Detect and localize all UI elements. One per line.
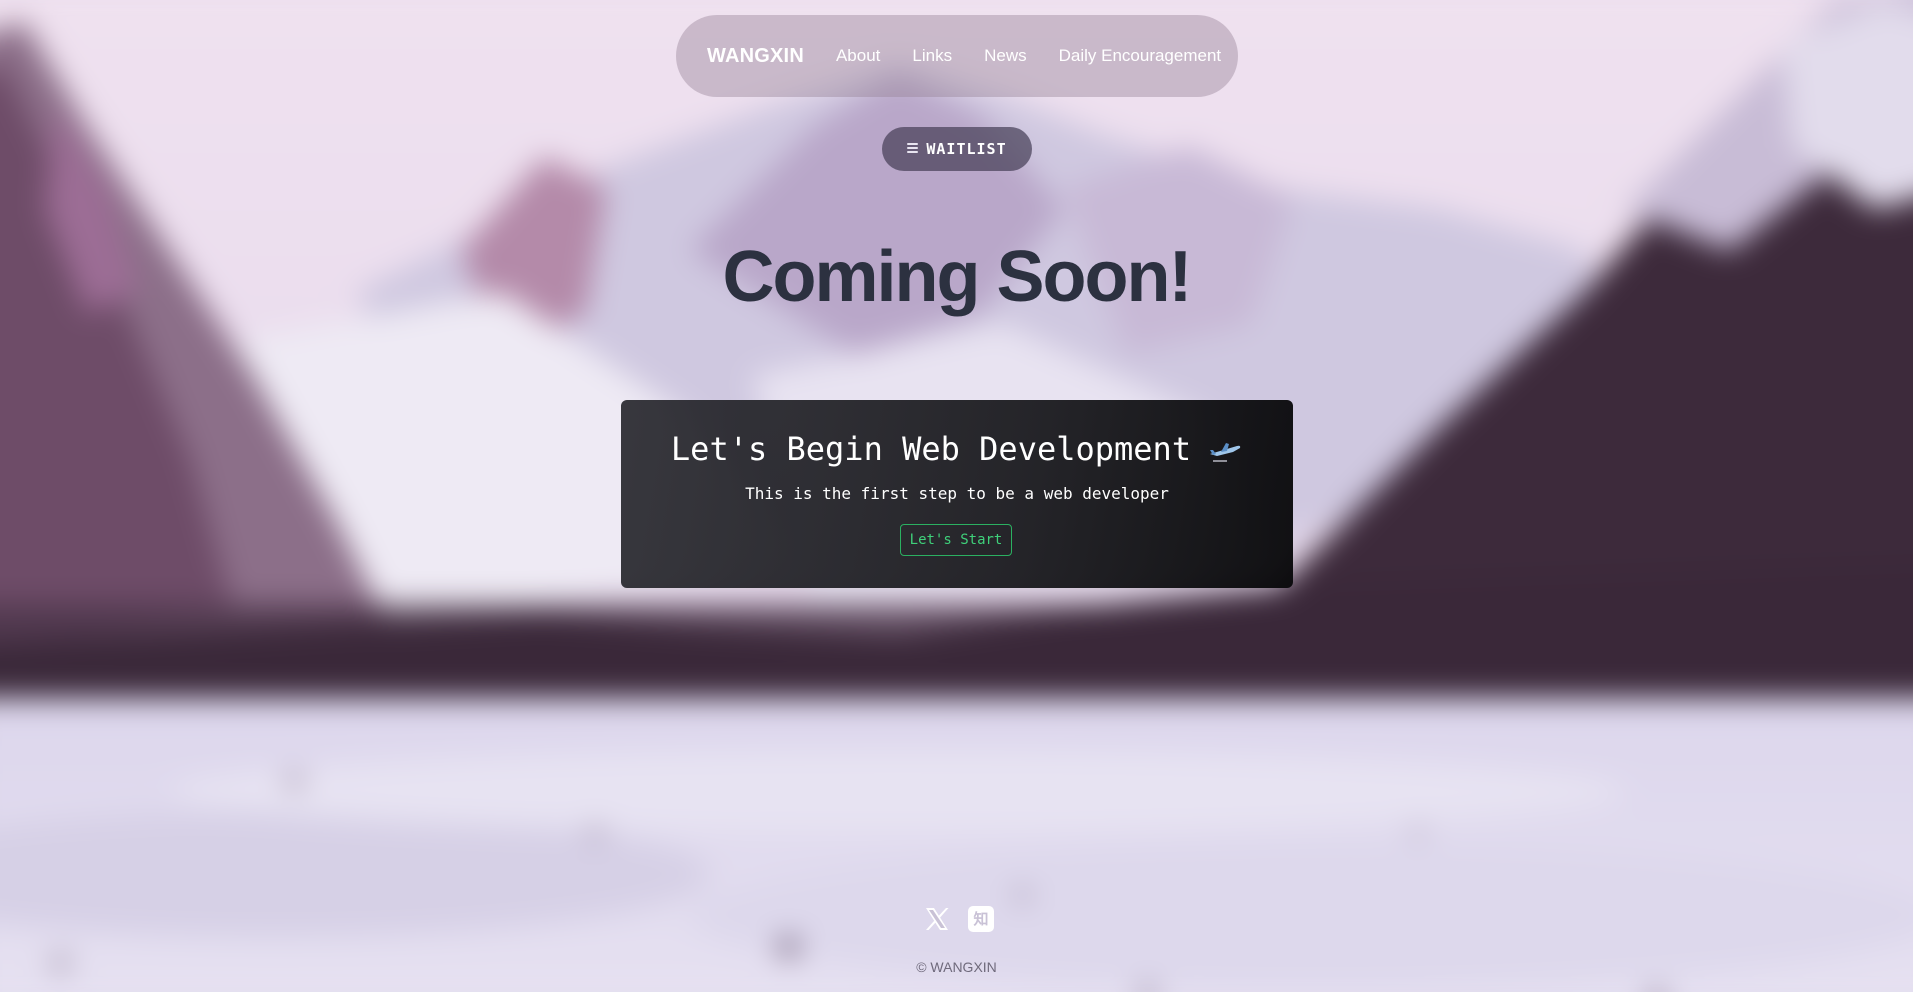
card-title-row: Let's Begin Web Development	[621, 430, 1293, 468]
lets-start-button[interactable]: Let's Start	[900, 524, 1012, 556]
nav-link-about[interactable]: About	[836, 46, 880, 66]
card-subtitle: This is the first step to be a web devel…	[745, 484, 1169, 503]
zhihu-icon[interactable]: 知	[968, 906, 994, 932]
nav-link-news[interactable]: News	[984, 46, 1027, 66]
x-icon[interactable]	[924, 906, 950, 932]
airplane-icon	[1207, 435, 1243, 463]
waitlist-button[interactable]: WAITLIST	[882, 127, 1032, 171]
nav-link-links[interactable]: Links	[912, 46, 952, 66]
intro-card: Let's Begin Web Development This is the …	[621, 400, 1293, 588]
social-links: 知	[924, 906, 994, 932]
brand-logo[interactable]: WANGXIN	[707, 45, 804, 68]
card-title: Let's Begin Web Development	[670, 430, 1192, 468]
top-nav: WANGXIN About Links News Daily Encourage…	[676, 15, 1238, 97]
page-title: Coming Soon!	[722, 237, 1193, 317]
page: WANGXIN About Links News Daily Encourage…	[0, 0, 1913, 992]
copyright-text: © WANGXIN	[916, 959, 997, 975]
nav-link-daily-encouragement[interactable]: Daily Encouragement	[1059, 46, 1222, 66]
nav-links: About Links News Daily Encouragement	[836, 46, 1221, 66]
waitlist-label: WAITLIST	[926, 140, 1007, 158]
stack-icon	[907, 143, 919, 155]
